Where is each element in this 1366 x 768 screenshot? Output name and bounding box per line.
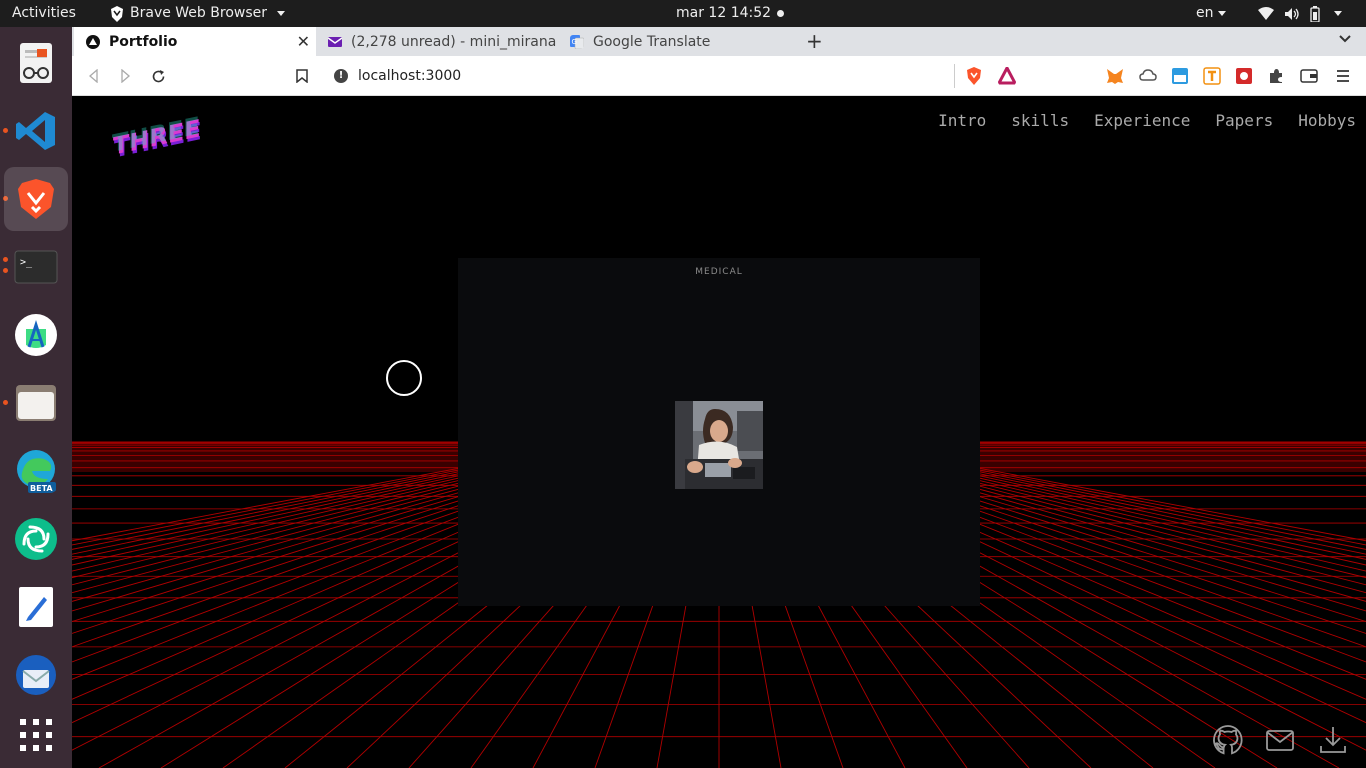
dock-item-thunderbird[interactable]: [4, 643, 68, 707]
divider: [954, 64, 955, 88]
android-studio-icon: [15, 314, 57, 356]
wifi-icon: [1258, 6, 1274, 20]
metamask-icon[interactable]: [1106, 67, 1124, 85]
app-grid-icon: [20, 719, 52, 751]
page-viewport: THREE THREE THREE Intro skills Experienc…: [72, 96, 1366, 768]
tab-label: (2,278 unread) - mini_mirana@: [351, 33, 556, 50]
url-text: localhost:3000: [358, 68, 462, 84]
app-menu[interactable]: Brave Web Browser: [110, 0, 285, 27]
back-icon: [89, 68, 98, 84]
app-menu-label: Brave Web Browser: [130, 5, 267, 21]
chevron-down-icon: [277, 11, 285, 16]
bookmark-icon: [296, 69, 308, 84]
reload-icon: [152, 70, 164, 83]
dock-item-element[interactable]: [4, 507, 68, 571]
dock-item-text-editor[interactable]: [4, 575, 68, 639]
element-icon: [15, 518, 57, 560]
bookmark-button[interactable]: [290, 64, 314, 88]
dock-item-edge-beta[interactable]: BETA: [4, 439, 68, 503]
site-info-icon[interactable]: !: [334, 69, 348, 83]
brave-lion-icon: [111, 5, 123, 22]
reload-button[interactable]: [146, 64, 170, 88]
svg-text:G: G: [572, 38, 577, 46]
cursor-ring: [386, 360, 422, 396]
browser-toolbar: ! localhost:3000: [72, 56, 1366, 96]
show-apps-button[interactable]: [4, 703, 68, 767]
battery-icon: [1310, 5, 1320, 22]
clock[interactable]: mar 12 14:52: [676, 0, 771, 27]
dock-item-vscode[interactable]: [4, 99, 68, 163]
dock: >_ BETA: [0, 27, 72, 768]
address-bar[interactable]: ! localhost:3000: [324, 61, 1026, 91]
forward-icon: [121, 68, 130, 84]
close-tab-icon[interactable]: ✕: [297, 32, 310, 51]
language-indicator[interactable]: en: [1196, 0, 1226, 27]
thunderbird-icon: [16, 655, 56, 695]
menu-icon[interactable]: [1334, 67, 1352, 85]
person-working-image: [675, 401, 763, 489]
chevron-down-icon: [1334, 11, 1342, 16]
chevron-down-icon: [1217, 10, 1226, 16]
brave-icon: [18, 179, 54, 219]
nav-papers[interactable]: Papers: [1215, 111, 1273, 130]
back-button[interactable]: [82, 64, 106, 88]
dock-item-document-viewer[interactable]: [4, 31, 68, 95]
browser-window: Portfolio ✕ (2,278 unread) - mini_mirana…: [72, 27, 1366, 768]
forward-button[interactable]: [113, 64, 137, 88]
new-tab-button[interactable]: +: [806, 29, 823, 53]
tab-strip: Portfolio ✕ (2,278 unread) - mini_mirana…: [72, 27, 1366, 56]
dock-item-files[interactable]: [4, 371, 68, 435]
brave-shields-icon[interactable]: [965, 67, 983, 85]
system-top-bar: Activities Brave Web Browser mar 12 14:5…: [0, 0, 1366, 27]
nav-skills[interactable]: skills: [1011, 111, 1069, 130]
notification-dot-icon: [777, 10, 784, 17]
files-icon: [16, 385, 56, 421]
mail-favicon-icon: [328, 36, 342, 47]
tab-portfolio[interactable]: Portfolio ✕: [74, 27, 316, 56]
dock-item-brave[interactable]: [4, 167, 68, 231]
wallet-icon[interactable]: [1300, 67, 1318, 85]
brave-rewards-icon[interactable]: [998, 67, 1016, 85]
medical-card[interactable]: MEDICAL: [458, 258, 980, 606]
nav-intro[interactable]: Intro: [938, 111, 986, 130]
tab-google-translate[interactable]: G Google Translate: [558, 27, 790, 56]
system-tray[interactable]: [1258, 0, 1342, 27]
terminal-icon: >_: [14, 250, 58, 284]
tab-label: Google Translate: [593, 33, 711, 50]
language-label: en: [1196, 5, 1214, 21]
vscode-icon: [16, 112, 55, 150]
edge-beta-icon: BETA: [17, 450, 56, 493]
google-translate-favicon-icon: G: [570, 34, 584, 49]
svg-text:BETA: BETA: [30, 484, 53, 493]
card-title: MEDICAL: [695, 267, 743, 277]
tab-mail[interactable]: (2,278 unread) - mini_mirana@: [316, 27, 556, 56]
extension-red-icon[interactable]: [1235, 67, 1253, 85]
chevron-down-icon[interactable]: [1338, 31, 1352, 45]
site-nav: Intro skills Experience Papers Hobbys: [938, 111, 1356, 130]
volume-icon: [1285, 7, 1299, 20]
mail-icon[interactable]: [1264, 724, 1296, 756]
nav-experience[interactable]: Experience: [1094, 111, 1190, 130]
extension-t-icon[interactable]: [1203, 67, 1221, 85]
three-logo[interactable]: THREE THREE THREE: [112, 112, 212, 160]
dock-item-terminal[interactable]: >_: [4, 235, 68, 299]
text-editor-icon: [19, 587, 53, 627]
nav-hobbys[interactable]: Hobbys: [1298, 111, 1356, 130]
card-photo[interactable]: [675, 401, 763, 489]
extension-window-icon[interactable]: [1171, 67, 1189, 85]
svg-text:>_: >_: [20, 257, 33, 268]
download-icon[interactable]: [1317, 724, 1349, 756]
activities-button[interactable]: Activities: [12, 0, 76, 27]
dock-item-android-studio[interactable]: [4, 303, 68, 367]
extensions-puzzle-icon[interactable]: [1267, 67, 1285, 85]
extension-cloud-icon[interactable]: [1139, 67, 1157, 85]
github-icon[interactable]: [1212, 724, 1244, 756]
tab-label: Portfolio: [109, 33, 178, 50]
portfolio-favicon-icon: [86, 34, 100, 49]
document-viewer-icon: [20, 43, 52, 83]
